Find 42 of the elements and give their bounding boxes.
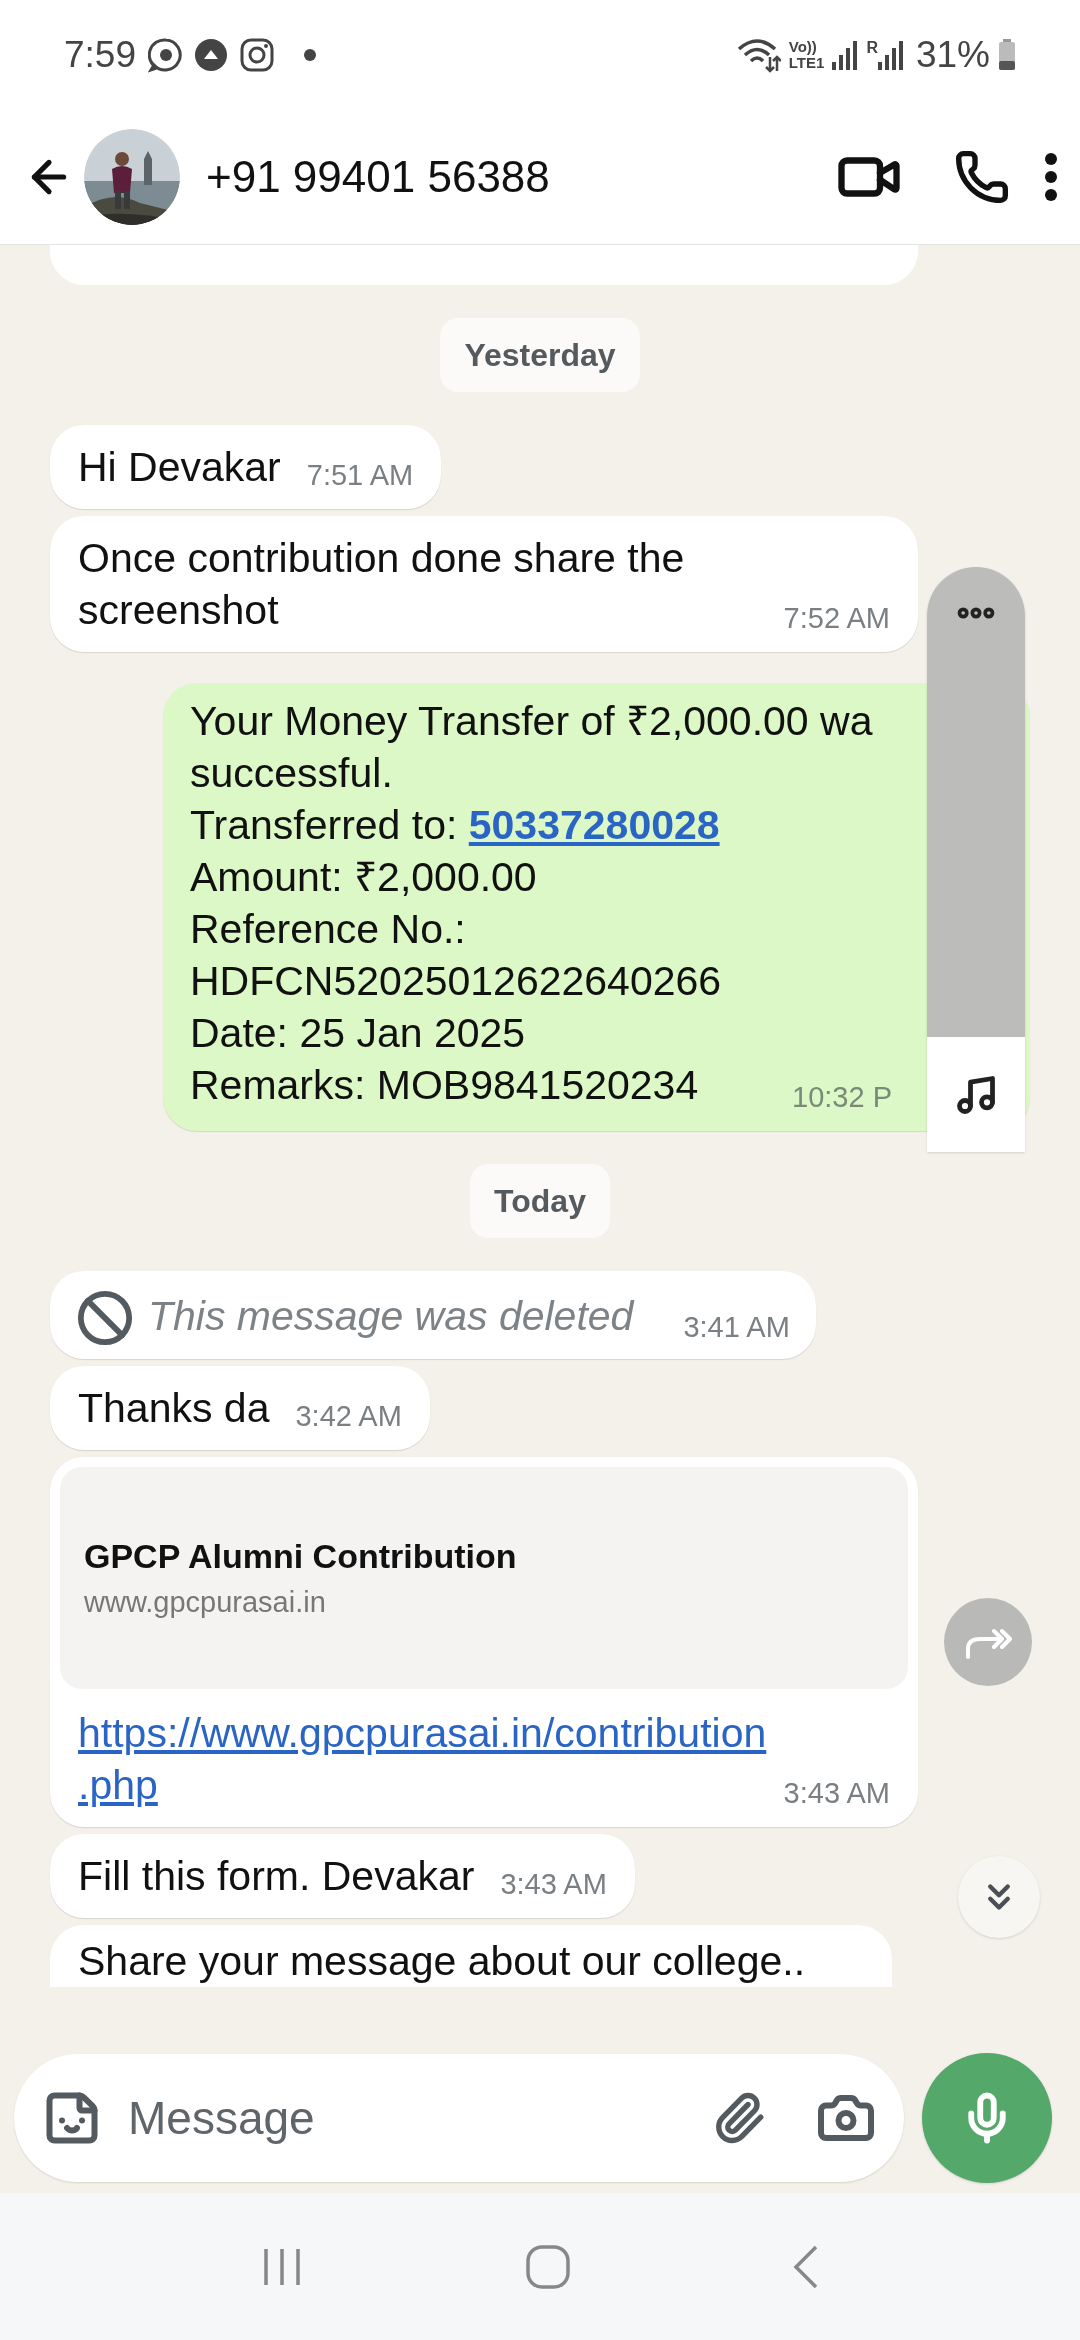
message-time: 3:41 AM [683, 1310, 790, 1345]
preview-title: GPCP Alumni Contribution [84, 1536, 518, 1577]
back-icon[interactable] [791, 2243, 820, 2290]
menu-icon [1044, 152, 1058, 202]
message-time: 7:52 AM [783, 601, 890, 636]
message-text: Thanks da 3:42 AM [78, 1382, 402, 1434]
message-time: 10:32 P [792, 1080, 892, 1115]
wifi-icon [736, 37, 781, 73]
camera-outline-icon [240, 38, 274, 72]
message-time: 7:51 AM [306, 458, 414, 493]
signal-icon [877, 40, 904, 70]
message-time: 3:42 AM [295, 1399, 402, 1434]
volte-label: LTE1 [788, 55, 825, 71]
battery-icon [998, 39, 1016, 71]
message-text: Once contribution done share the screenshot 7:52 AM [78, 532, 890, 636]
menu-button[interactable] [1044, 152, 1058, 202]
link-preview[interactable]: GPCP Alumni Contribution www.gpcpurasai.in [60, 1467, 908, 1689]
message-field[interactable]: Message [14, 2054, 904, 2182]
chat-bubble-icon [148, 37, 184, 73]
preview-domain: www.gpcpurasai.in [84, 1585, 327, 1620]
phone-icon [954, 149, 1010, 205]
status-time: 7:59 [64, 33, 136, 78]
message-time: 3:43 AM [783, 1776, 890, 1811]
signal-icon [832, 40, 859, 70]
call-button[interactable] [954, 149, 1010, 205]
volte-label: Vo)) [788, 39, 818, 55]
url-link[interactable]: .php [78, 1762, 158, 1808]
url-link[interactable]: https://www.gpcpurasai.in/contribution [78, 1710, 767, 1756]
roaming-label: R [866, 40, 878, 56]
date-chip: Yesterday [440, 318, 640, 392]
message-text: Share your message about our college.. [78, 1937, 807, 1986]
message-text: Fill this form. Devakar 3:43 AM [78, 1850, 607, 1902]
message-input[interactable]: Message [128, 2083, 628, 2153]
date-chip: Today [470, 1164, 610, 1238]
deleted-message-text: This message was deleted [148, 1293, 634, 1339]
deleted-icon [76, 1289, 134, 1347]
contact-name: +91 99401 56388 [206, 151, 550, 203]
battery-percent: 31% [915, 33, 990, 78]
home-icon[interactable] [525, 2243, 571, 2290]
message-text: Hi Devakar 7:51 AM [78, 441, 414, 493]
message-time: 3:43 AM [500, 1867, 607, 1902]
account-link[interactable]: 50337280028 [468, 802, 720, 848]
